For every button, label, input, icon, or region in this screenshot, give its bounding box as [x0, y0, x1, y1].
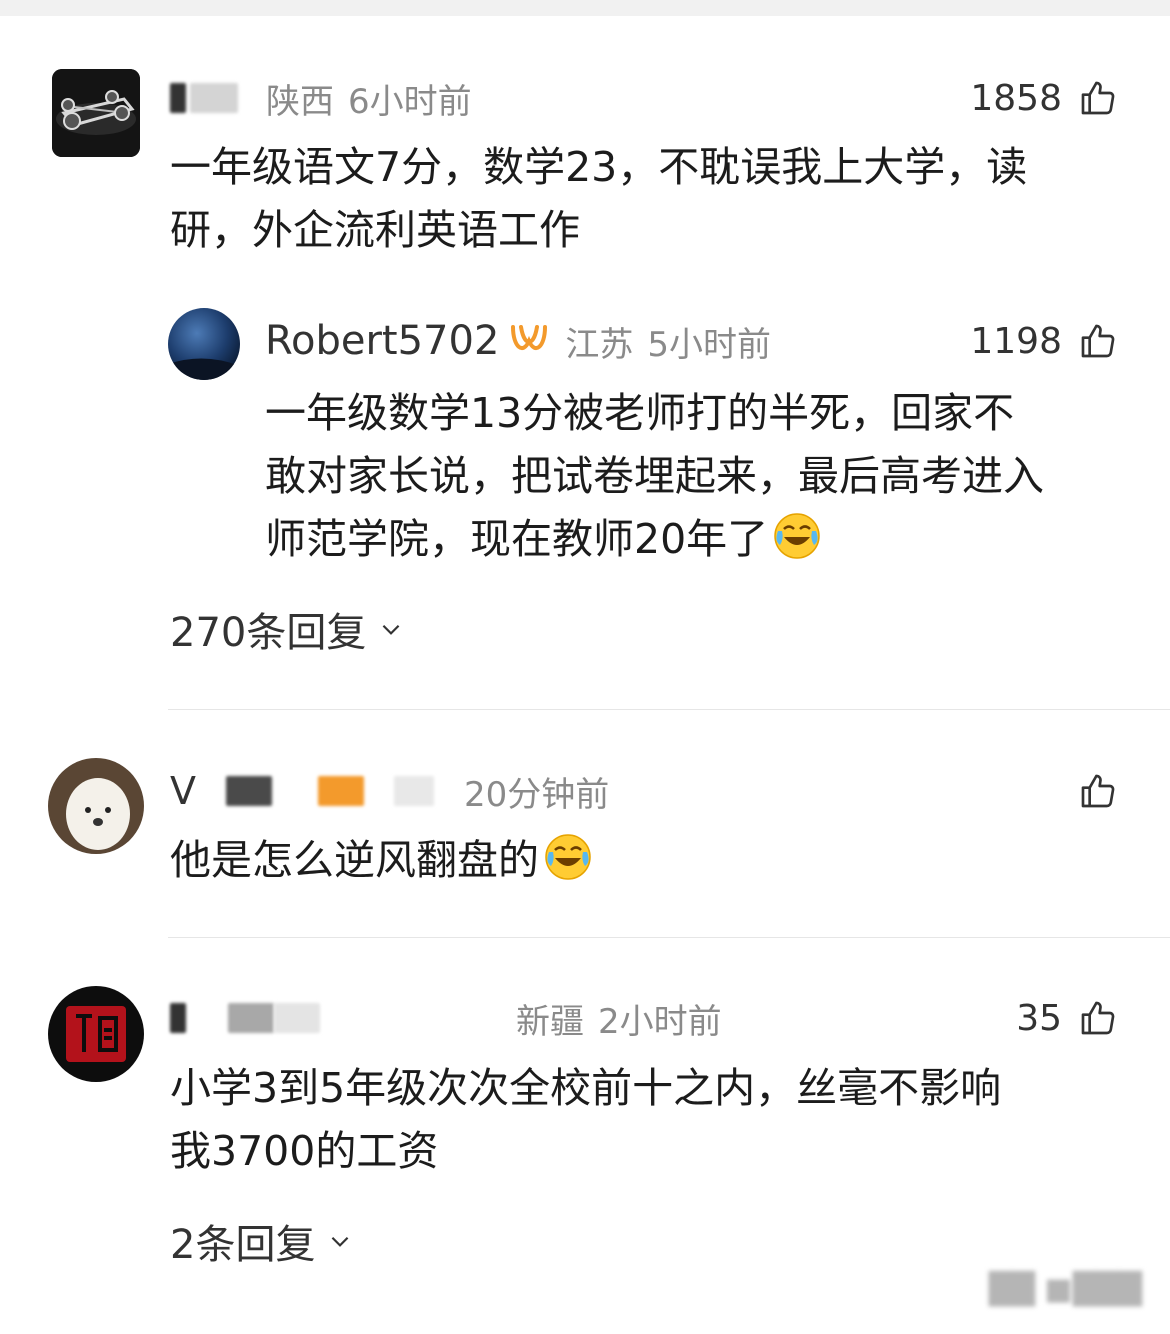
- reply-text: 一年级数学13分被老师打的半死，回家不 敢对家长说，把试卷埋起来，最后高考进入 …: [265, 382, 1044, 571]
- comment-meta: 新疆 2小时前: [170, 988, 722, 1048]
- reply-text-line: 敢对家长说，把试卷埋起来，最后高考进入: [265, 452, 1044, 500]
- comment-text-line: 小学3到5年级次次全校前十之内，丝毫不影响: [170, 1064, 1002, 1112]
- redacted-username: [170, 1003, 186, 1033]
- face-with-tears-of-joy: [543, 832, 593, 882]
- reply-username[interactable]: Robert5702: [265, 318, 499, 364]
- location: 陕西: [266, 81, 334, 122]
- divider: [168, 937, 1170, 938]
- comment-text: 他是怎么逆风翻盘的: [170, 829, 593, 892]
- avatar[interactable]: [48, 986, 144, 1082]
- reply-text-last: 师范学院，现在教师20年了: [265, 515, 769, 563]
- redacted-username: [274, 1003, 320, 1033]
- thumbs-up-icon: [1078, 771, 1118, 811]
- avatar[interactable]: [48, 758, 144, 854]
- comment-meta: V 20分钟前: [170, 761, 609, 821]
- redacted-username: [228, 1003, 274, 1033]
- username[interactable]: V: [170, 769, 196, 813]
- view-replies-button[interactable]: 2条回复: [170, 1212, 353, 1270]
- reply-like-count: 1198: [970, 320, 1062, 362]
- like-count: 1858: [970, 77, 1062, 119]
- comment-text: 小学3到5年级次次全校前十之内，丝毫不影响 我3700的工资: [170, 1057, 1001, 1183]
- redacted-username: [190, 83, 238, 113]
- comment-text-line: 他是怎么逆风翻盘的: [170, 829, 593, 892]
- car-chassis-avatar-image: [52, 69, 140, 157]
- like-button[interactable]: 35: [1016, 988, 1118, 1048]
- reply-like-button[interactable]: 1198: [970, 311, 1118, 371]
- comment-text: 一年级语文7分，数学23，不耽误我上大学，读 研，外企流利英语工作: [170, 136, 1027, 262]
- thumbs-up-icon: [1078, 78, 1118, 118]
- view-replies-button[interactable]: 270条回复: [170, 600, 404, 658]
- like-count: 35: [1016, 997, 1062, 1039]
- reply-text-line: 师范学院，现在教师20年了: [265, 508, 1044, 571]
- comment-text-line: 研，外企流利英语工作: [170, 206, 580, 254]
- like-button[interactable]: [1062, 761, 1118, 821]
- divider: [168, 709, 1170, 710]
- red-seal-avatar-image: [48, 986, 144, 1082]
- timestamp: 2小时前: [598, 1001, 722, 1042]
- reply-location: 江苏: [565, 324, 634, 365]
- chevron-down-icon: [315, 1218, 353, 1264]
- replies-label: 2条回复: [170, 1222, 316, 1268]
- location: 新疆: [516, 1001, 584, 1042]
- top-strip: [0, 0, 1170, 16]
- watermark: ██ ■███: [988, 1272, 1142, 1307]
- thumbs-up-icon: [1078, 998, 1118, 1038]
- vip-badge-icon: [509, 323, 549, 359]
- avatar[interactable]: [52, 69, 140, 157]
- thumbs-up-icon: [1078, 321, 1118, 361]
- redacted-username: [318, 776, 364, 806]
- face-with-tears-of-joy: [772, 511, 822, 561]
- timestamp: 6小时前: [348, 81, 472, 122]
- reply-meta: Robert5702 江苏 5小时前: [265, 311, 771, 371]
- night-sky-avatar-image: [168, 308, 240, 380]
- comment-text-line: 一年级语文7分，数学23，不耽误我上大学，读: [170, 143, 1028, 191]
- redacted-username: [170, 83, 186, 113]
- comment-meta: 陕西 6小时前: [170, 68, 472, 128]
- like-button[interactable]: 1858: [970, 68, 1118, 128]
- redacted-username: [226, 776, 272, 806]
- redacted-username: [394, 776, 434, 806]
- comment-text-line: 我3700的工资: [170, 1127, 439, 1175]
- reply-text-line: 一年级数学13分被老师打的半死，回家不: [265, 389, 1015, 437]
- replies-label: 270条回复: [170, 610, 367, 656]
- chevron-down-icon: [366, 606, 404, 652]
- comment-text-body: 他是怎么逆风翻盘的: [170, 836, 539, 884]
- reply-timestamp: 5小时前: [647, 324, 772, 365]
- white-puppy-avatar-image: [48, 758, 144, 854]
- timestamp: 20分钟前: [464, 774, 610, 815]
- reply-avatar[interactable]: [168, 308, 240, 380]
